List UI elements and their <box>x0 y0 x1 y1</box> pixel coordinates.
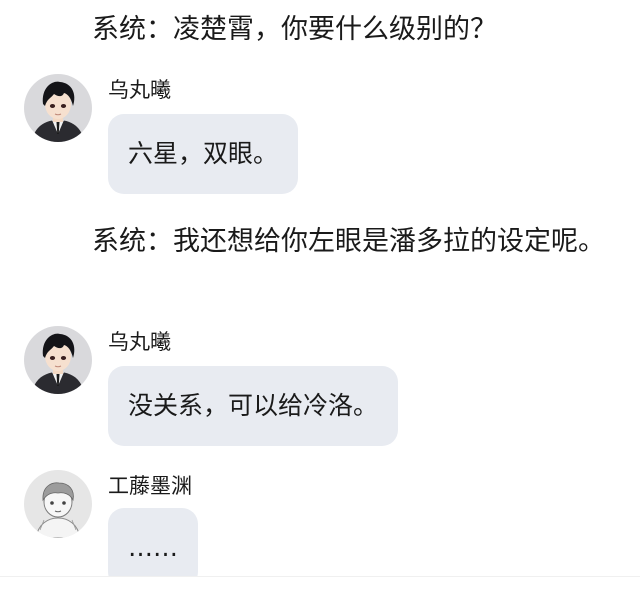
sender-name: 工藤墨渊 <box>108 474 192 498</box>
sketch-boy-avatar-icon[interactable] <box>24 470 92 538</box>
anime-boy-avatar-icon[interactable] <box>24 326 92 394</box>
sender-name: 乌丸曦 <box>108 78 171 102</box>
narration-line: 系统：凌楚霄，你要什么级别的？ <box>92 14 497 45</box>
sender-name: 乌丸曦 <box>108 330 171 354</box>
narration-line: 系统：我还想给你左眼是潘多拉的设定呢。 <box>92 226 605 257</box>
bottom-bar <box>0 576 640 595</box>
anime-boy-avatar-icon[interactable] <box>24 74 92 142</box>
message-bubble[interactable]: 六星，双眼。 <box>108 114 299 194</box>
message-bubble[interactable]: 没关系，可以给冷洛。 <box>108 366 399 446</box>
